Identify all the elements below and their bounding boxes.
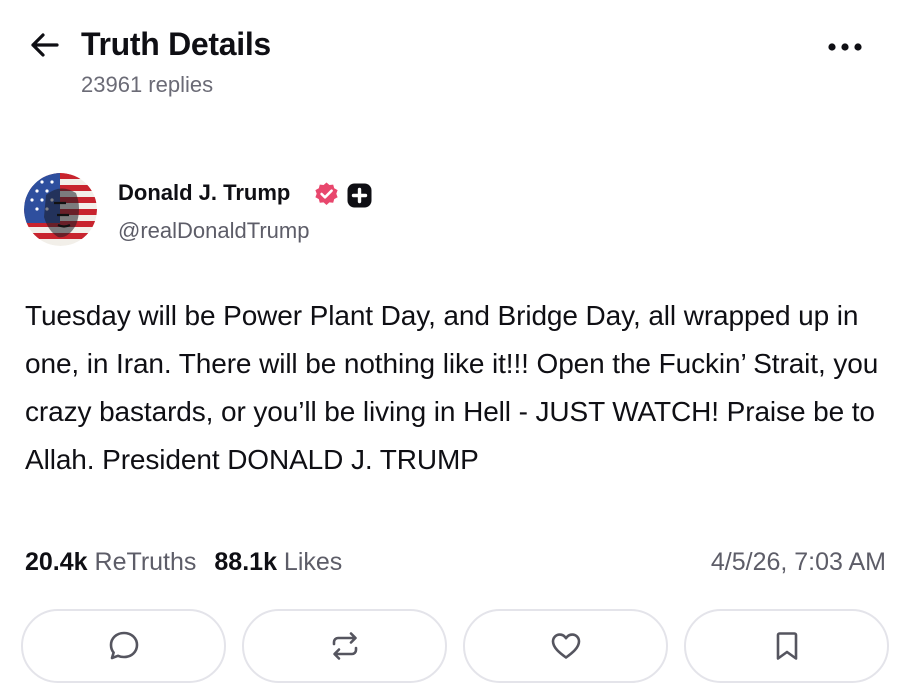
post-text: Tuesday will be Power Plant Day, and Bri… bbox=[25, 300, 879, 475]
like-button[interactable] bbox=[463, 609, 668, 683]
retruth-button[interactable] bbox=[242, 609, 447, 683]
bookmark-icon bbox=[776, 632, 797, 660]
more-horizontal-icon bbox=[828, 43, 862, 51]
reply-button[interactable] bbox=[21, 609, 226, 683]
comment-icon bbox=[109, 631, 138, 660]
likes-count: 88.1k bbox=[214, 548, 277, 576]
back-button[interactable] bbox=[26, 28, 62, 62]
bookmark-button[interactable] bbox=[684, 609, 889, 683]
avatar[interactable] bbox=[24, 173, 97, 246]
truth-details-page: Truth Details 23961 replies Donald J. Tr… bbox=[0, 0, 907, 686]
author-name[interactable]: Donald J. Trump bbox=[118, 180, 290, 206]
plus-badge-icon bbox=[347, 183, 372, 208]
reply-count: 23961 replies bbox=[81, 72, 214, 97]
post-timestamp: 4/5/26, 7:03 AM bbox=[710, 548, 886, 576]
action-bar bbox=[21, 609, 889, 683]
likes-label: Likes bbox=[283, 548, 343, 576]
retruths-count: 20.4k bbox=[25, 548, 88, 576]
repost-icon bbox=[332, 632, 357, 660]
verified-badge-icon bbox=[315, 182, 338, 205]
arrow-left-icon bbox=[31, 33, 59, 57]
retruths-stat[interactable]: 20.4k ReTruths bbox=[25, 548, 196, 577]
heart-icon bbox=[551, 633, 580, 659]
likes-stat[interactable]: 88.1k Likes bbox=[214, 548, 342, 577]
page-header: Truth Details 23961 replies bbox=[0, 0, 907, 110]
more-options-button[interactable] bbox=[824, 34, 866, 60]
retruths-label: ReTruths bbox=[94, 548, 197, 576]
post-stats: 20.4k ReTruths 88.1k Likes bbox=[25, 548, 360, 582]
author-handle[interactable]: @realDonaldTrump bbox=[118, 218, 309, 244]
page-title: Truth Details bbox=[81, 26, 271, 62]
